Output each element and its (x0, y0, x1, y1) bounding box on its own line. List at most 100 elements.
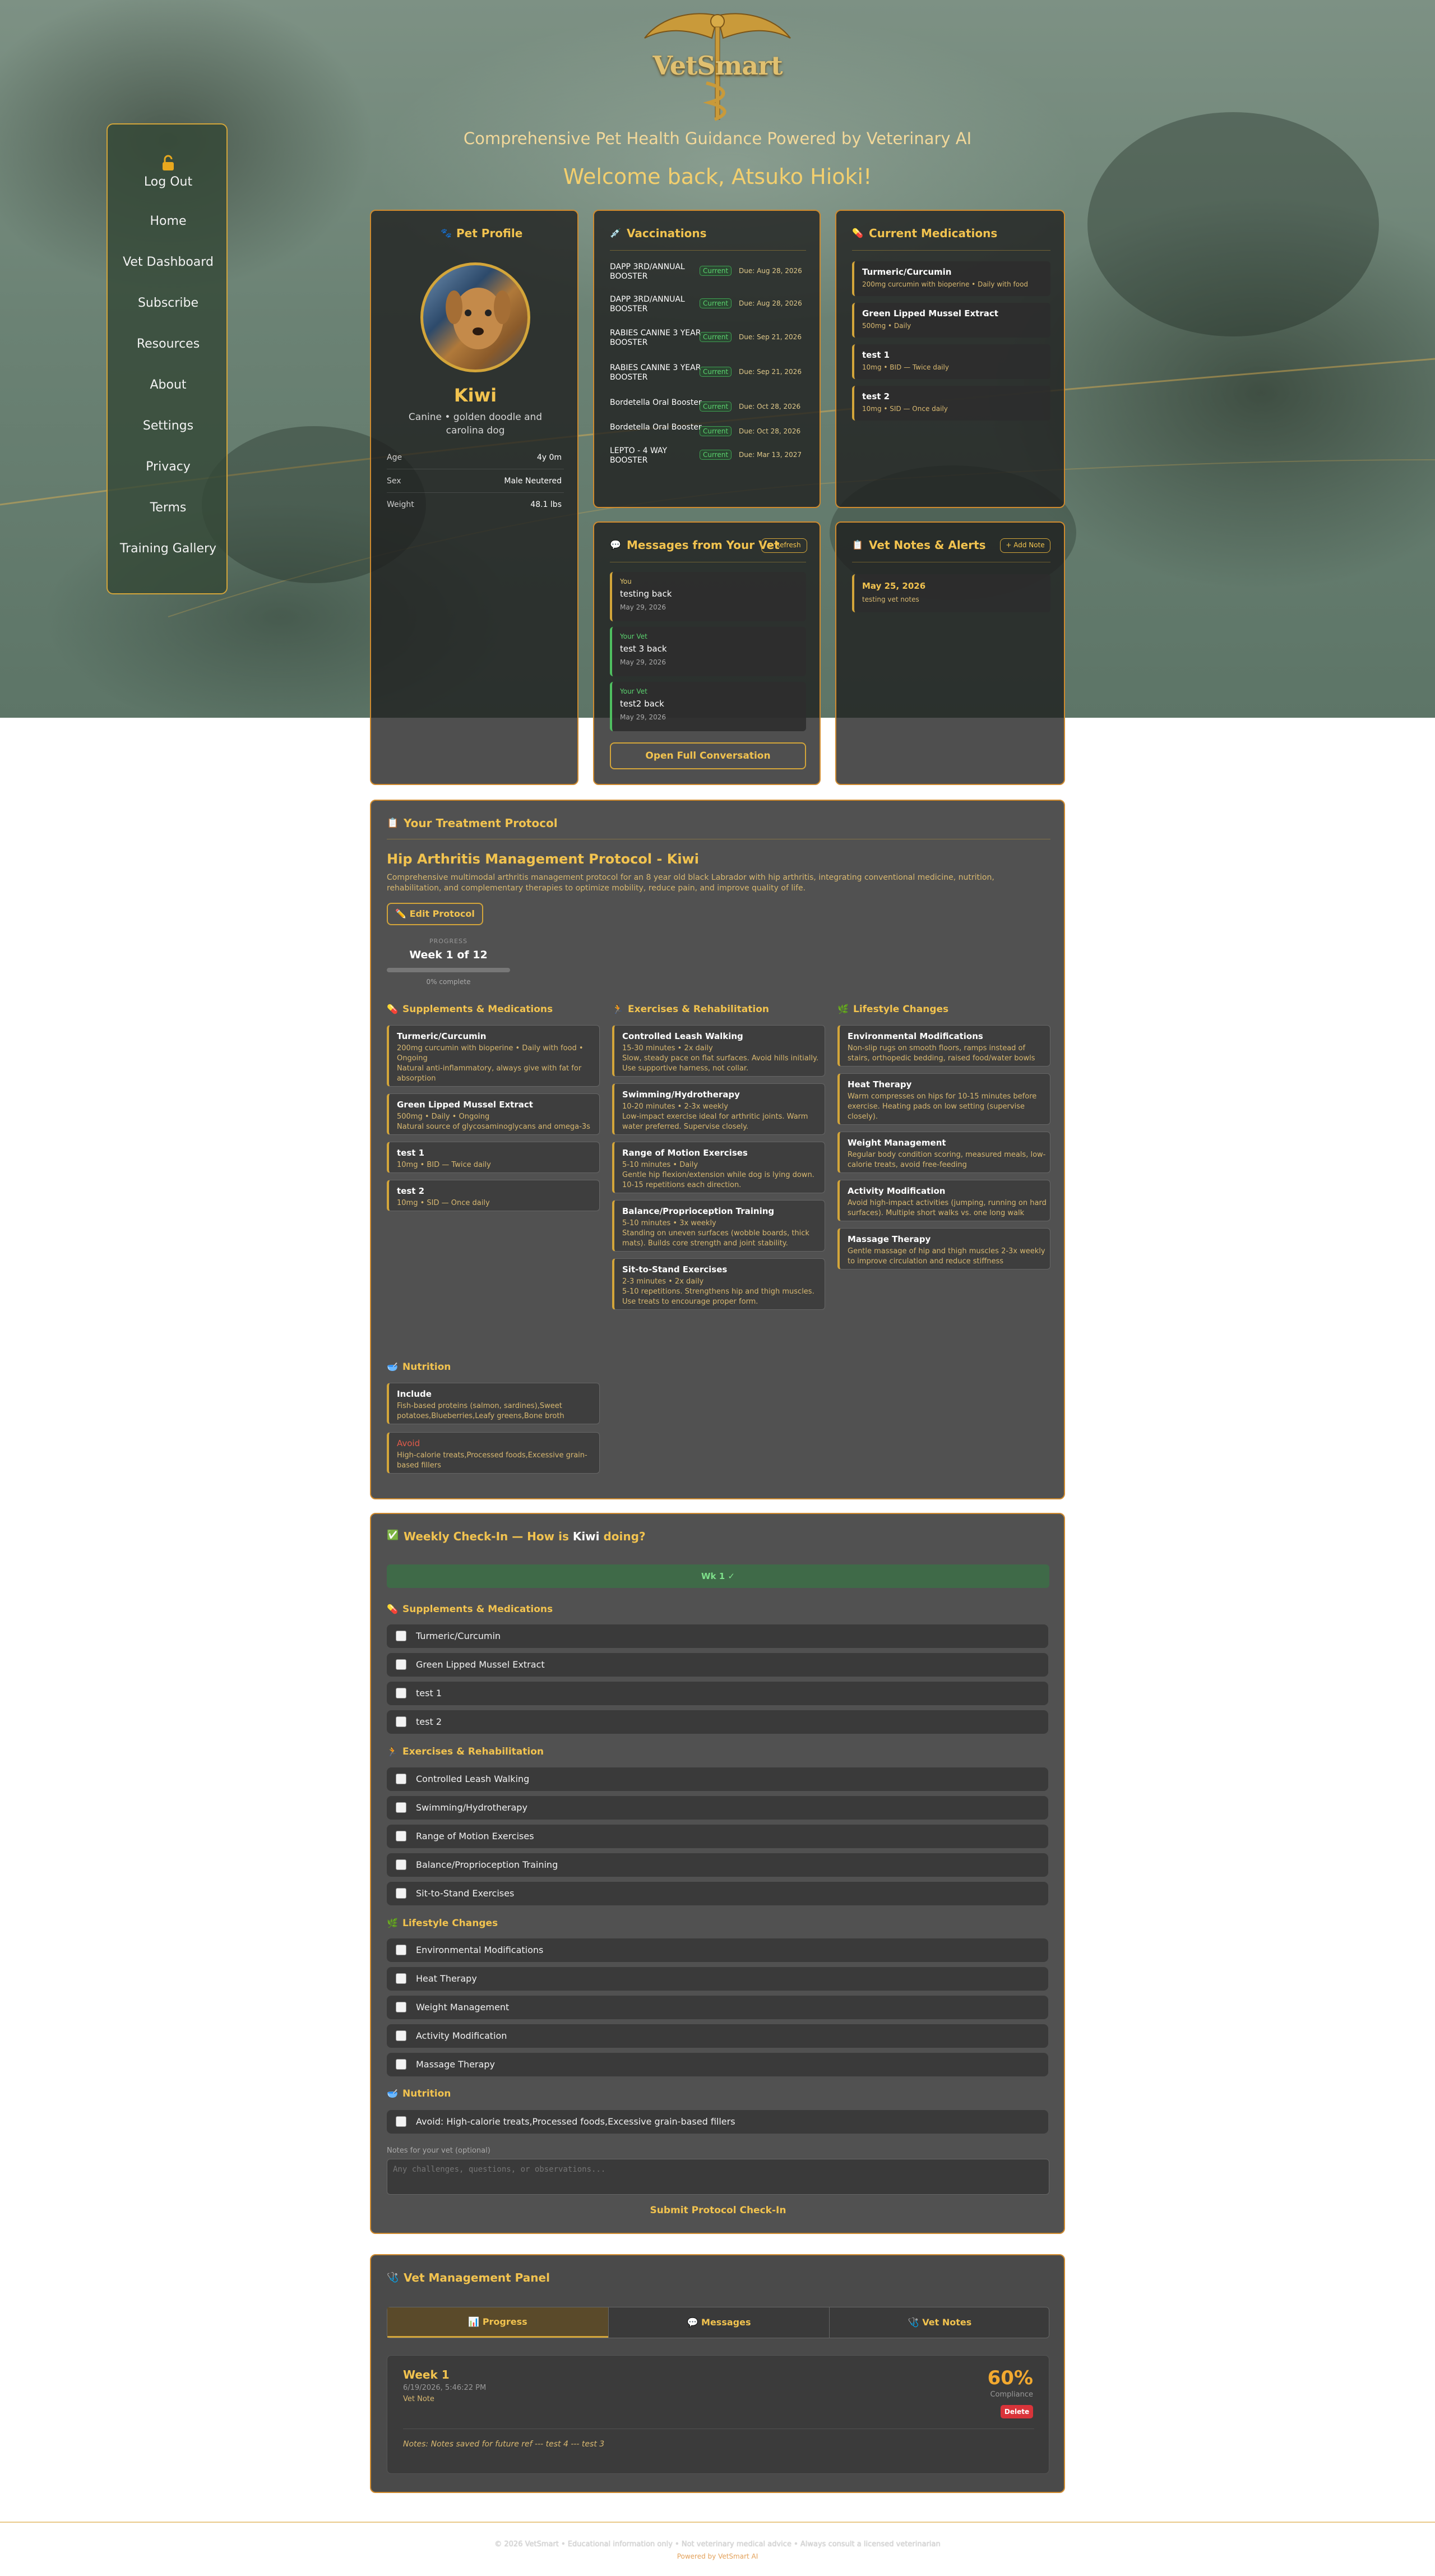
sidebar-item-subscribe[interactable]: Subscribe (108, 296, 229, 310)
nutrition-item[interactable]: Avoid High-calorie treats,Processed foods… (387, 1432, 600, 1474)
checkin-row[interactable]: Avoid: High-calorie treats,Processed foo… (387, 2110, 1048, 2134)
checkin-row[interactable]: test 2 (387, 1710, 1048, 1734)
medication-item[interactable]: test 2 10mg • SID — Once daily (852, 386, 1050, 421)
sidebar-item-resources[interactable]: Resources (108, 337, 229, 351)
item-detail: Ongoing (397, 1054, 428, 1063)
protocol-lifestyle-item[interactable]: Environmental Modifications Non-slip rugs… (837, 1025, 1050, 1067)
checkbox[interactable] (396, 2116, 406, 2127)
paw-icon: 🐾 (441, 228, 452, 238)
checkin-label: Environmental Modifications (416, 1945, 544, 1955)
add-note-button[interactable]: + Add Note (1000, 538, 1050, 553)
sidebar-item-training-gallery[interactable]: Training Gallery (108, 542, 229, 556)
sidebar-nav: Log Out Home Vet Dashboard Subscribe Res… (107, 123, 228, 594)
protocol-exercises-item[interactable]: Controlled Leash Walking 15-30 minutes • … (612, 1025, 825, 1077)
pet-avatar[interactable] (420, 262, 530, 372)
nutrition-item[interactable]: Include Fish-based proteins (salmon, sard… (387, 1383, 600, 1424)
checkin-row[interactable]: Massage Therapy (387, 2053, 1048, 2076)
protocol-supplements-item[interactable]: Turmeric/Curcumin 200mg curcumin with bio… (387, 1025, 600, 1087)
sidebar-item-privacy[interactable]: Privacy (108, 460, 229, 474)
checkin-row[interactable]: Swimming/Hydrotherapy (387, 1796, 1048, 1820)
checkbox[interactable] (396, 1774, 406, 1784)
checkbox[interactable] (396, 1688, 406, 1698)
checkbox[interactable] (396, 1888, 406, 1899)
tab-messages[interactable]: 💬 Messages (608, 2307, 829, 2338)
checkbox[interactable] (396, 2059, 406, 2070)
item-detail: Natural source of glycosaminoglycans and… (397, 1123, 590, 1131)
protocol-exercises-item[interactable]: Sit-to-Stand Exercises 2-3 minutes • 2x d… (612, 1258, 825, 1310)
checkin-row[interactable]: Range of Motion Exercises (387, 1825, 1048, 1848)
week-1-button[interactable]: Wk 1 ✓ (387, 1564, 1049, 1588)
checkin-row[interactable]: Sit-to-Stand Exercises (387, 1882, 1048, 1905)
checkin-row[interactable]: Turmeric/Curcumin (387, 1624, 1048, 1648)
protocol-heading: Your Treatment Protocol (404, 816, 558, 830)
checkbox[interactable] (396, 1802, 406, 1813)
medication-item[interactable]: Green Lipped Mussel Extract 500mg • Daily (852, 303, 1050, 338)
checkbox[interactable] (396, 1859, 406, 1870)
logout-link[interactable]: Log Out (108, 175, 229, 189)
protocol-exercises-item[interactable]: Range of Motion Exercises 5-10 minutes • … (612, 1142, 825, 1193)
item-detail: Natural anti-inflammatory, always give w… (397, 1064, 582, 1073)
checkin-row[interactable]: Heat Therapy (387, 1967, 1048, 1991)
protocol-exercises-item[interactable]: Balance/Proprioception Training 5-10 minu… (612, 1200, 825, 1252)
item-title: Avoid (397, 1438, 420, 1448)
refresh-button[interactable]: ↻ Refresh (761, 538, 807, 553)
checkbox[interactable] (396, 1945, 406, 1955)
notes-textarea[interactable] (387, 2159, 1049, 2195)
sidebar-item-terms[interactable]: Terms (108, 501, 229, 515)
item-detail: 5-10 repetitions. Strengthens hip and th… (622, 1287, 814, 1296)
medication-item[interactable]: Turmeric/Curcumin 200mg curcumin with bio… (852, 261, 1050, 296)
sidebar-item-vet-dashboard[interactable]: Vet Dashboard (108, 255, 229, 269)
message-item[interactable]: Your Vet test 3 back May 29, 2026 (610, 627, 806, 676)
checkin-row[interactable]: Balance/Proprioception Training (387, 1853, 1048, 1877)
protocol-lifestyle-item[interactable]: Massage Therapy Gentle massage of hip and… (837, 1228, 1050, 1269)
tab-vet-notes[interactable]: 🩺 Vet Notes (829, 2307, 1050, 2338)
checkbox[interactable] (396, 1973, 406, 1984)
sidebar-item-about[interactable]: About (108, 378, 229, 392)
message-item[interactable]: Your Vet test2 back May 29, 2026 (610, 682, 806, 731)
message-item[interactable]: You testing back May 29, 2026 (610, 572, 806, 621)
vet-note-item[interactable]: May 25, 2026 testing vet notes (852, 574, 1050, 612)
item-detail: potatoes,Blueberries,Leafy greens,Bone b… (397, 1412, 564, 1420)
sidebar-item-home[interactable]: Home (108, 214, 229, 228)
sidebar-item-settings[interactable]: Settings (108, 419, 229, 433)
checkbox[interactable] (396, 2002, 406, 2012)
progress-entry: Week 1 6/19/2026, 5:46:22 PM Vet Note 60… (387, 2355, 1049, 2474)
checkbox[interactable] (396, 1659, 406, 1670)
delete-button[interactable]: Delete (1001, 2405, 1033, 2418)
vaccine-name: DAPP 3RD/ANNUAL BOOSTER (610, 262, 685, 281)
checkin-row[interactable]: test 1 (387, 1682, 1048, 1705)
protocol-lifestyle-item[interactable]: Weight Management Regular body condition … (837, 1132, 1050, 1173)
item-detail: 15-30 minutes • 2x daily (622, 1044, 713, 1052)
item-detail: 200mg curcumin with bioperine • Daily wi… (397, 1044, 584, 1052)
vetsmart-logo[interactable]: VetSmart (639, 4, 796, 122)
medication-item[interactable]: test 1 10mg • BID — Twice daily (852, 344, 1050, 379)
checkbox[interactable] (396, 1716, 406, 1727)
checkin-row[interactable]: Green Lipped Mussel Extract (387, 1653, 1048, 1677)
checkbox[interactable] (396, 2030, 406, 2041)
checkin-row[interactable]: Weight Management (387, 1996, 1048, 2019)
tab-progress[interactable]: 📊 Progress (387, 2307, 608, 2338)
exercises-heading: Exercises & Rehabilitation (628, 1004, 770, 1015)
protocol-supplements-item[interactable]: test 1 10mg • BID — Twice daily (387, 1142, 600, 1173)
vaccine-name: LEPTO - 4 WAY BOOSTER (610, 446, 668, 465)
item-detail: 10mg • SID — Once daily (397, 1199, 490, 1207)
item-detail: Avoid high-impact activities (jumping, r… (848, 1199, 1047, 1207)
status-badge: Current (700, 426, 732, 436)
protocol-exercises-item[interactable]: Swimming/Hydrotherapy 10-20 minutes • 2-3… (612, 1083, 825, 1135)
checkin-row[interactable]: Environmental Modifications (387, 1938, 1048, 1962)
item-detail: Use treats to encourage proper form. (622, 1298, 758, 1306)
checkin-label: Green Lipped Mussel Extract (416, 1659, 545, 1670)
submit-checkin-button[interactable]: Submit Protocol Check-In (387, 2205, 1049, 2216)
protocol-lifestyle-item[interactable]: Activity Modification Avoid high-impact a… (837, 1180, 1050, 1221)
checkbox[interactable] (396, 1631, 406, 1641)
protocol-supplements-item[interactable]: test 2 10mg • SID — Once daily (387, 1180, 600, 1211)
checkin-row[interactable]: Controlled Leash Walking (387, 1767, 1048, 1791)
checkin-row[interactable]: Activity Modification (387, 2024, 1048, 2048)
edit-protocol-button[interactable]: ✏️ Edit Protocol (387, 903, 483, 925)
protocol-lifestyle-item[interactable]: Heat Therapy Warm compresses on hips for … (837, 1073, 1050, 1125)
open-conversation-button[interactable]: Open Full Conversation (610, 742, 806, 769)
checkbox[interactable] (396, 1831, 406, 1841)
protocol-supplements-item[interactable]: Green Lipped Mussel Extract 500mg • Daily… (387, 1093, 600, 1135)
vaccine-name: RABIES CANINE 3 YEAR BOOSTER (610, 329, 701, 347)
item-detail: absorption (397, 1074, 436, 1083)
